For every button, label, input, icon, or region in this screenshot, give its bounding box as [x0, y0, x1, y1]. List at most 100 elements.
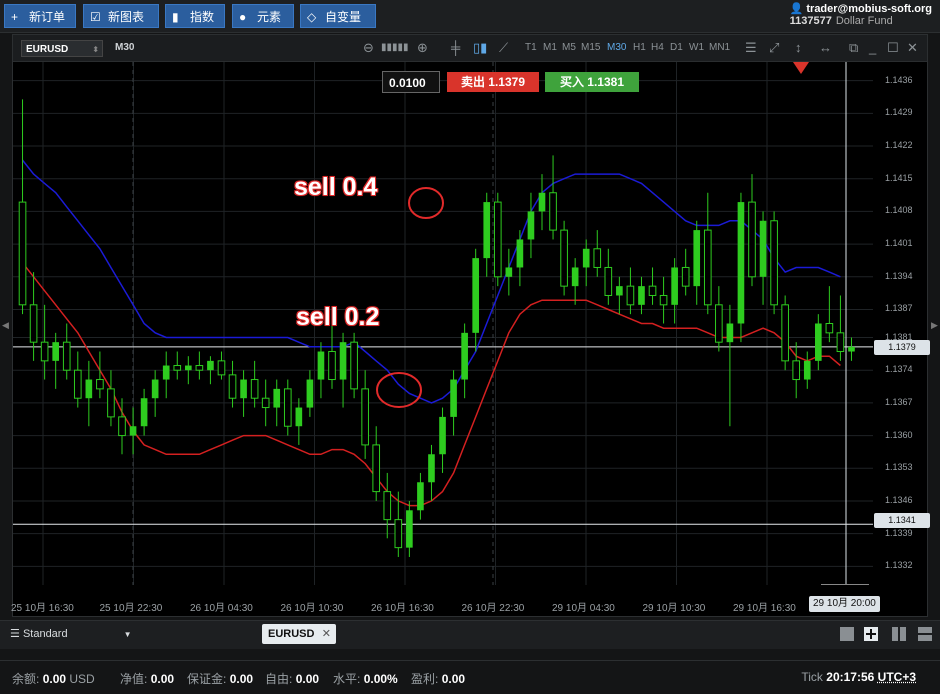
- tf-MN1[interactable]: MN1: [709, 42, 730, 53]
- y-tick-label: 1.1353: [885, 462, 913, 473]
- menu-icon: ☰: [10, 628, 20, 640]
- tf-M5[interactable]: M5: [562, 42, 576, 53]
- tf-M15[interactable]: M15: [581, 42, 600, 53]
- equity: 净值: 0.00: [120, 672, 175, 686]
- upper-band-line: [21, 159, 841, 404]
- layout-single-icon[interactable]: [840, 627, 854, 641]
- candle-body: [560, 229, 568, 287]
- line-chart-type-icon[interactable]: ⟋: [499, 40, 508, 56]
- candle-body: [372, 444, 381, 493]
- indicators-button[interactable]: ▮ 指数: [165, 4, 225, 28]
- symbol-select[interactable]: EURUSD ⬍: [21, 40, 103, 57]
- collapse-right-icon[interactable]: ▶: [931, 320, 938, 331]
- candle-body: [461, 332, 468, 380]
- candle-body: [317, 351, 325, 380]
- x-tick-label: 29 10月 10:30: [642, 603, 706, 614]
- candle-body: [483, 202, 491, 259]
- candle-body: [394, 519, 403, 549]
- price-chart[interactable]: [13, 62, 873, 585]
- candle-body: [671, 267, 678, 305]
- y-tick-label: 1.1360: [885, 429, 913, 440]
- y-tick-label: 1.1339: [885, 527, 913, 538]
- tf-T1[interactable]: T1: [525, 42, 537, 53]
- new-chart-button[interactable]: ☑ 新图表: [83, 4, 159, 28]
- template-select[interactable]: ☰ Standard ▼: [10, 627, 132, 640]
- zoom-in-icon[interactable]: ⊕: [417, 40, 428, 56]
- variables-button[interactable]: ◇ 自变量: [300, 4, 376, 28]
- chart-tabs-bar: ☰ Standard ▼ EURUSD ✕: [0, 620, 940, 649]
- tf-D1[interactable]: D1: [670, 42, 683, 53]
- candle-body: [538, 192, 546, 212]
- tf-W1[interactable]: W1: [689, 42, 704, 53]
- free-margin: 自由: 0.00: [265, 672, 320, 686]
- y-tick-label: 1.1387: [885, 303, 913, 314]
- candle-body: [162, 365, 170, 380]
- candle-body: [240, 379, 247, 399]
- account-info[interactable]: 👤 trader@mobius-soft.org 1137577 Dollar F…: [790, 2, 932, 27]
- trendline-icon[interactable]: ⤢: [769, 40, 779, 56]
- lot-size-input[interactable]: 0.0100: [382, 71, 440, 93]
- candle-body: [96, 379, 104, 390]
- y-tick-label: 1.1394: [885, 270, 913, 281]
- profit: 盈利: 0.00: [411, 672, 466, 686]
- candle-body: [228, 374, 237, 399]
- candle-body: [62, 341, 71, 371]
- tf-H4[interactable]: H4: [651, 42, 664, 53]
- vertical-line-icon[interactable]: ↕: [795, 40, 802, 55]
- buy-button[interactable]: 买入 1.1381: [545, 72, 639, 92]
- tf-H1[interactable]: H1: [633, 42, 646, 53]
- collapse-left-icon[interactable]: ◀: [2, 320, 9, 331]
- tab-eurusd[interactable]: EURUSD ✕: [262, 624, 336, 644]
- x-tick-label: 26 10月 16:30: [371, 603, 434, 614]
- new-order-button[interactable]: + 新订单: [4, 4, 76, 28]
- candle-body: [29, 304, 38, 343]
- bar-chart-type-icon[interactable]: ╪: [451, 40, 460, 55]
- candle-body: [726, 323, 734, 343]
- y-tick-label: 1.1332: [885, 560, 913, 571]
- chevron-down-icon: ▼: [123, 630, 132, 639]
- x-tick-label: 26 10月 04:30: [190, 603, 253, 614]
- minimize-icon[interactable]: _: [869, 40, 876, 55]
- candle-body: [604, 266, 613, 296]
- tf-M1[interactable]: M1: [543, 42, 557, 53]
- candle-body: [825, 323, 834, 334]
- spinner-icon: ⬍: [92, 45, 99, 54]
- horizontal-line-icon[interactable]: ↔: [819, 40, 832, 55]
- candle-body: [283, 388, 292, 427]
- layout-vertical-icon[interactable]: [892, 627, 906, 641]
- y-tick-label: 1.1374: [885, 364, 913, 375]
- close-tab-icon[interactable]: ✕: [322, 624, 331, 644]
- candlestick-chart-type-icon[interactable]: ▯▮: [473, 40, 487, 56]
- candle-body: [328, 351, 336, 381]
- maximize-icon[interactable]: ☐: [887, 40, 899, 56]
- annotation-circle-04: [408, 187, 444, 219]
- candle-body: [73, 369, 82, 399]
- time-axis: 29 10月 20:00 25 10月 16:30 25 10月 22:30 26 …: [11, 595, 927, 617]
- candle-body: [40, 341, 49, 362]
- layout-horizontal-icon[interactable]: [918, 627, 932, 641]
- account-user: trader@mobius-soft.org: [806, 3, 932, 15]
- popout-icon[interactable]: ⧉: [849, 40, 858, 56]
- candle-body: [593, 248, 602, 268]
- indicator-list-icon[interactable]: ☰: [745, 40, 757, 56]
- candle-body: [406, 510, 413, 548]
- sell-button[interactable]: 卖出 1.1379: [447, 72, 539, 92]
- candle-body: [626, 285, 635, 306]
- candle-body: [118, 416, 126, 437]
- candle-body: [659, 294, 668, 306]
- candle-body: [261, 397, 270, 409]
- zoom-slider[interactable]: ▮▮▮▮▮: [381, 42, 409, 53]
- candle-body: [737, 202, 745, 324]
- x-tick-label: 26 10月 22:30: [461, 603, 525, 614]
- y-tick-label: 1.1346: [885, 494, 913, 505]
- zoom-out-icon[interactable]: ⊖: [363, 40, 374, 56]
- layout-grid-icon[interactable]: [864, 627, 878, 641]
- elements-button[interactable]: ● 元素: [232, 4, 294, 28]
- tf-M30[interactable]: M30: [607, 42, 626, 53]
- candle-body: [582, 248, 590, 268]
- candle-body: [417, 482, 424, 511]
- x-tick-label: 26 10月 10:30: [280, 603, 344, 614]
- close-icon[interactable]: ✕: [907, 40, 918, 56]
- candle-body: [52, 342, 59, 361]
- chart-window: EURUSD ⬍ M30 ⊖ ▮▮▮▮▮ ⊕ ╪ ▯▮ ⟋ T1 M1 M5 M1…: [11, 34, 930, 617]
